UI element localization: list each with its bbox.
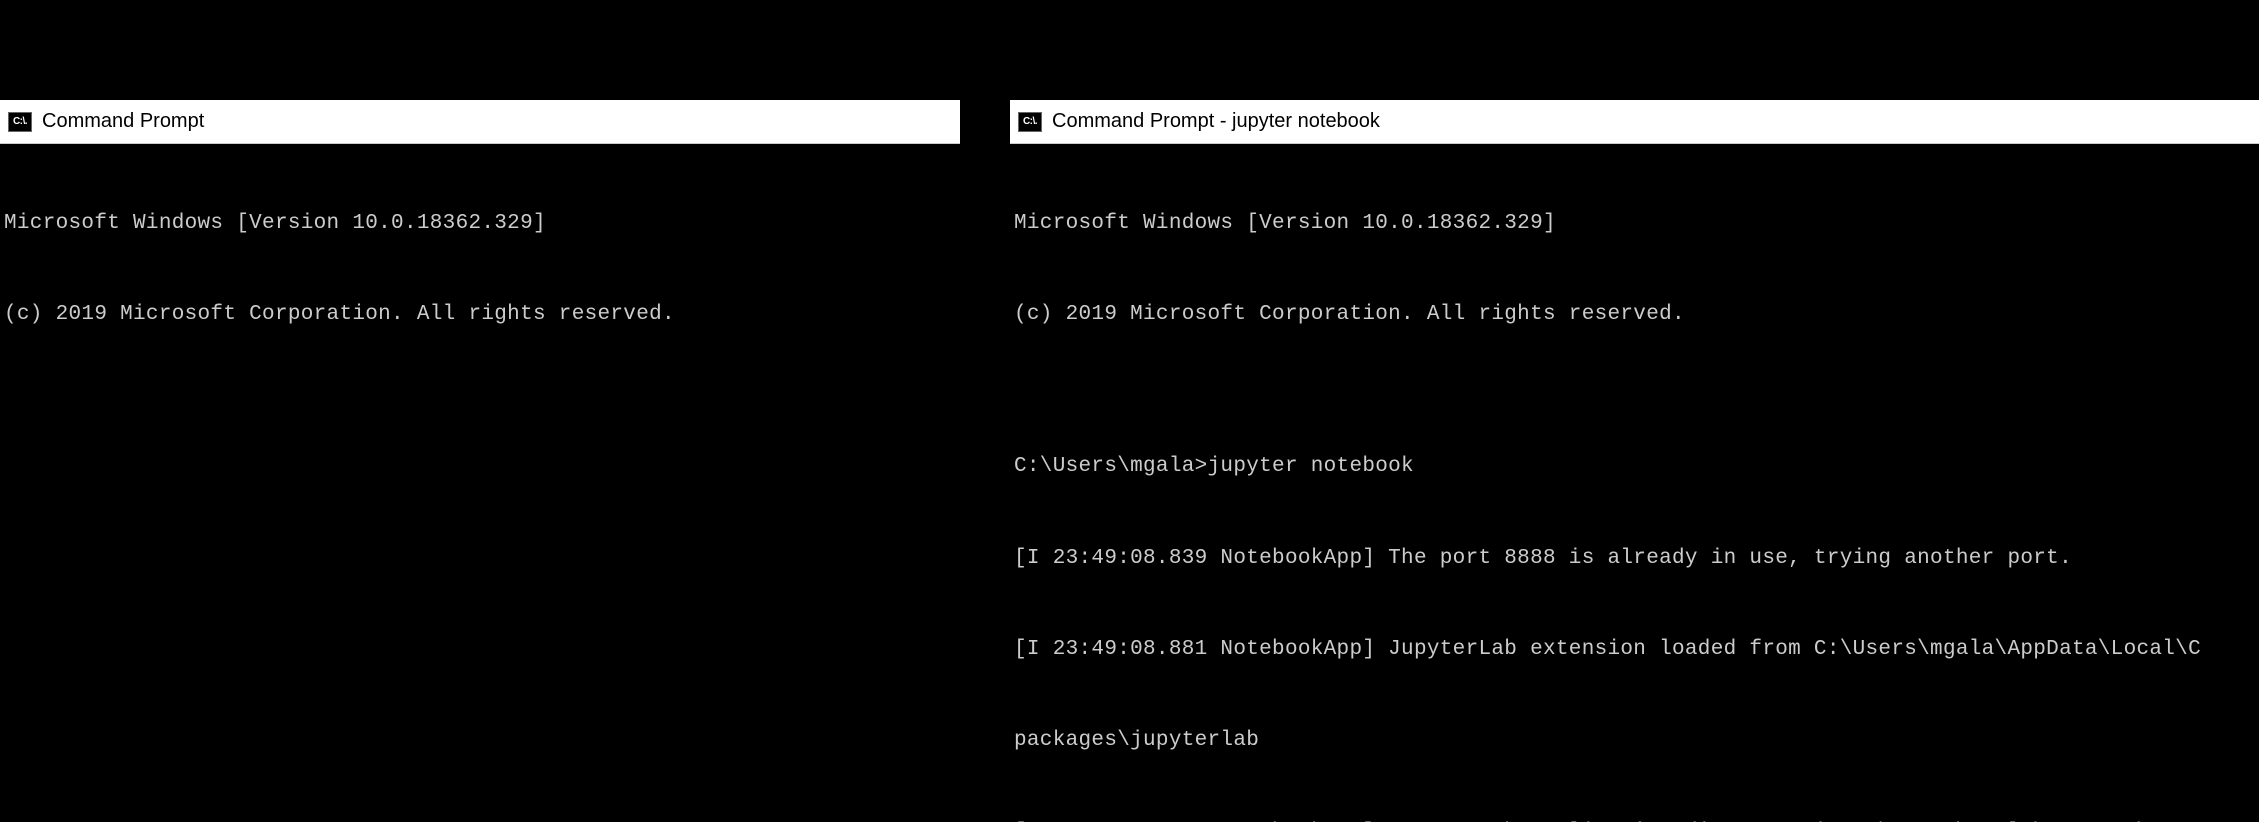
output-line: Microsoft Windows [Version 10.0.18362.32… [4, 209, 956, 239]
output-line: (c) 2019 Microsoft Corporation. All righ… [1014, 300, 2255, 330]
cmd-icon: C:\. [1018, 112, 1042, 132]
cmd-window-left: C:\. Command Prompt Microsoft Windows [V… [0, 100, 960, 440]
cmd-window-right: C:\. Command Prompt - jupyter notebook M… [1010, 100, 2259, 822]
output-line: [I 23:49:08.881 NotebookApp] JupyterLab … [1014, 635, 2255, 665]
terminal-body-left[interactable]: Microsoft Windows [Version 10.0.18362.32… [0, 144, 960, 440]
output-line: [I 23:49:08.839 NotebookApp] The port 88… [1014, 544, 2255, 574]
terminal-body-right[interactable]: Microsoft Windows [Version 10.0.18362.32… [1010, 144, 2259, 822]
window-title-left: Command Prompt [42, 110, 204, 133]
output-line: packages\jupyterlab [1014, 726, 2255, 756]
window-title-right: Command Prompt - jupyter notebook [1052, 110, 1380, 133]
titlebar-left[interactable]: C:\. Command Prompt [0, 100, 960, 144]
output-line: Microsoft Windows [Version 10.0.18362.32… [1014, 209, 2255, 239]
cmd-icon: C:\. [8, 112, 32, 132]
titlebar-right[interactable]: C:\. Command Prompt - jupyter notebook [1010, 100, 2259, 144]
output-line: [I 23:49:08.881 NotebookApp] JupyterLab … [1014, 818, 2255, 822]
prompt-line: C:\Users\mgala>jupyter notebook [1014, 452, 2255, 482]
output-line: (c) 2019 Microsoft Corporation. All righ… [4, 300, 956, 330]
